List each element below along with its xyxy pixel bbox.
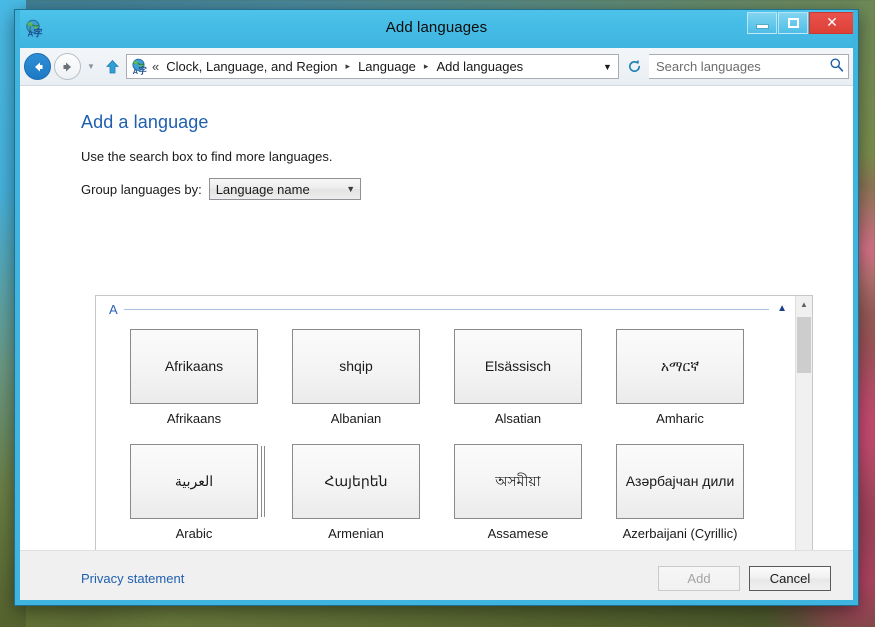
page-subtitle: Use the search box to find more language… xyxy=(81,149,333,164)
language-native-name: Elsässisch xyxy=(484,357,552,374)
language-globe-icon: A 字 xyxy=(130,58,148,77)
dialog-footer: Privacy statement Add Cancel xyxy=(15,550,858,605)
language-tile-grid: Afrikaans Afrikaans shqip Albanian Elsässisc… xyxy=(96,316,795,550)
svg-text:字: 字 xyxy=(138,66,147,75)
up-one-level-button[interactable] xyxy=(101,59,123,75)
language-native-name: অসমীয়া xyxy=(495,472,541,489)
search-box[interactable]: Search languages xyxy=(649,54,849,79)
language-english-name: Assamese xyxy=(487,526,549,541)
scroll-thumb[interactable] xyxy=(797,317,811,373)
language-tile-box[interactable]: shqip xyxy=(292,329,420,404)
language-english-name: Armenian xyxy=(328,526,384,541)
chevron-up-icon[interactable]: ▲ xyxy=(775,304,789,314)
language-tile[interactable]: Азәрбајчан дили Azerbaijani (Cyrillic) xyxy=(599,444,761,541)
language-list-scrollbar[interactable]: ▲ ▼ xyxy=(795,296,812,550)
breadcrumb-item-clock-language-region[interactable]: Clock, Language, and Region xyxy=(164,58,339,75)
language-tile[interactable]: አማርኛ Amharic xyxy=(599,329,761,426)
search-input[interactable]: Search languages xyxy=(656,59,829,74)
language-tile-box-wrap: Հայերեն xyxy=(292,444,420,519)
language-tile-box-wrap: Afrikaans xyxy=(130,329,258,404)
maximize-button[interactable] xyxy=(778,12,808,34)
group-divider xyxy=(123,308,770,310)
tile-stack-edge xyxy=(261,446,262,517)
language-list-panel: A ▲ Afrikaans Afrikaans shqip Albanian Elsäs… xyxy=(95,295,813,550)
page-title: Add a language xyxy=(81,112,209,132)
language-tile[interactable]: Afrikaans Afrikaans xyxy=(113,329,275,426)
language-tile-box[interactable]: العربية xyxy=(130,444,258,519)
add-button[interactable]: Add xyxy=(658,565,740,591)
cancel-button[interactable]: Cancel xyxy=(749,565,831,591)
language-english-name: Albanian xyxy=(330,411,382,426)
refresh-button[interactable] xyxy=(622,54,646,79)
close-button[interactable]: ✕ xyxy=(809,12,855,34)
scroll-up-icon[interactable]: ▲ xyxy=(796,296,812,313)
back-button[interactable] xyxy=(24,53,51,80)
breadcrumb-item-add-languages[interactable]: Add languages xyxy=(434,58,525,75)
language-tile[interactable]: العربية Arabic xyxy=(113,444,275,541)
language-tile-box-wrap: Азәрбајчан дили xyxy=(616,444,744,519)
language-tile[interactable]: Հայերեն Armenian xyxy=(275,444,437,541)
language-tile-box[interactable]: Հայերեն xyxy=(292,444,420,519)
group-languages-select[interactable]: Language name ▼ xyxy=(208,178,361,200)
search-icon[interactable] xyxy=(829,57,844,77)
language-native-name: العربية xyxy=(174,472,214,489)
language-tile[interactable]: shqip Albanian xyxy=(275,329,437,426)
group-letter: A xyxy=(109,301,118,317)
maximize-icon xyxy=(787,18,799,28)
language-english-name: Amharic xyxy=(656,411,704,426)
language-tile-box[interactable]: Elsässisch xyxy=(454,329,582,404)
chevron-down-icon: ▼ xyxy=(346,184,356,194)
language-native-name: shqip xyxy=(339,357,373,374)
back-arrow-icon xyxy=(34,62,42,71)
window-title: Add languages xyxy=(385,19,488,36)
language-english-name: Alsatian xyxy=(494,411,542,426)
content-area: Add a language Use the search box to fin… xyxy=(15,86,858,550)
language-list-scroll-area: A ▲ Afrikaans Afrikaans shqip Albanian Elsäs… xyxy=(96,296,795,550)
language-native-name: አማርኛ xyxy=(660,357,700,374)
group-header-a: A ▲ xyxy=(96,296,795,317)
language-tile-box-wrap: অসমীয়া xyxy=(454,444,582,519)
language-native-name: Азәрбајчан дили xyxy=(625,472,735,489)
language-tile-box-wrap: Elsässisch xyxy=(454,329,582,404)
close-icon: ✕ xyxy=(826,15,838,31)
refresh-icon xyxy=(628,59,640,72)
language-tile-box[interactable]: Afrikaans xyxy=(130,329,258,404)
language-tile-box-wrap: shqip xyxy=(292,329,420,404)
breadcrumb-overflow[interactable]: « xyxy=(150,59,164,74)
add-languages-window: A 字 Add languages ✕ ▼ A 字 « Clock, Langu… xyxy=(14,9,859,606)
language-tile-box[interactable]: Азәрбајчан дили xyxy=(616,444,744,519)
breadcrumb-separator-icon: ▸ xyxy=(423,61,429,71)
window-titlebar: A 字 Add languages ✕ xyxy=(15,10,858,48)
address-bar[interactable]: A 字 « Clock, Language, and Region ▸ Lang… xyxy=(126,54,619,79)
language-tile[interactable]: Elsässisch Alsatian xyxy=(437,329,599,426)
language-native-name: Afrikaans xyxy=(164,357,224,374)
language-tile-box[interactable]: অসমীয়া xyxy=(454,444,582,519)
breadcrumb-item-language[interactable]: Language xyxy=(356,58,418,75)
breadcrumb-separator-icon: ▸ xyxy=(345,61,351,71)
group-languages-row: Group languages by: Language name ▼ xyxy=(81,178,858,200)
language-english-name: Arabic xyxy=(175,526,213,541)
minimize-icon xyxy=(756,24,768,28)
language-tile-box-wrap: አማርኛ xyxy=(616,329,744,404)
forward-arrow-icon xyxy=(63,62,71,71)
language-english-name: Azerbaijani (Cyrillic) xyxy=(622,526,738,541)
scrollbar-track[interactable] xyxy=(796,313,812,550)
window-controls: ✕ xyxy=(747,12,855,34)
privacy-statement-link[interactable]: Privacy statement xyxy=(81,571,184,586)
recent-pages-chevron-icon[interactable]: ▼ xyxy=(84,62,98,71)
minimize-button[interactable] xyxy=(747,12,777,34)
address-dropdown-chevron-icon[interactable]: ▼ xyxy=(599,62,616,72)
forward-button[interactable] xyxy=(54,53,81,80)
up-arrow-icon xyxy=(105,59,119,73)
group-languages-selected-value: Language name xyxy=(215,181,310,197)
language-english-name: Afrikaans xyxy=(166,411,222,426)
language-tile-box-wrap: العربية xyxy=(130,444,265,519)
language-tile-box[interactable]: አማርኛ xyxy=(616,329,744,404)
navigation-bar: ▼ A 字 « Clock, Language, and Region ▸ La xyxy=(15,48,858,86)
group-languages-label: Group languages by: xyxy=(81,181,202,197)
tile-stack-edge xyxy=(264,446,265,517)
language-tile[interactable]: অসমীয়া Assamese xyxy=(437,444,599,541)
language-native-name: Հայերեն xyxy=(324,472,388,489)
